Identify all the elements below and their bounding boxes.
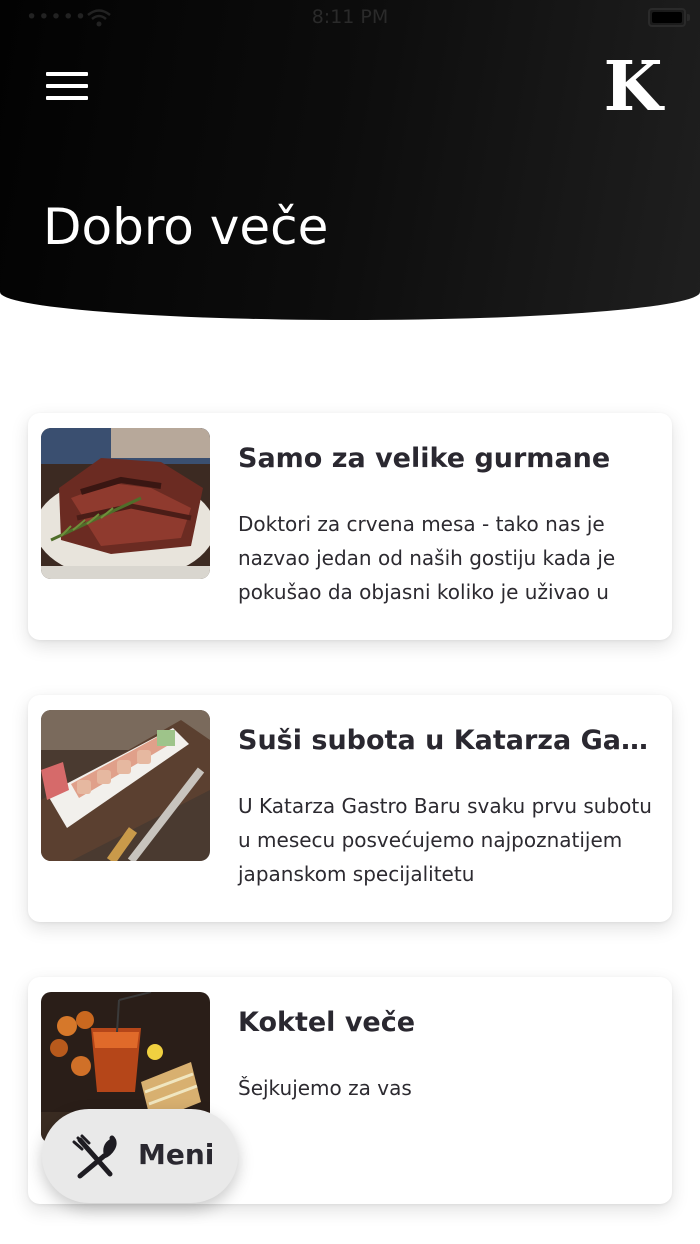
card-title: Suši subota u Katarza Gastro Baru [238,725,658,756]
wifi-icon [87,9,111,27]
steak-photo [41,428,210,579]
battery-icon [648,8,690,27]
menu-fab-button[interactable]: Meni [42,1109,238,1203]
card-description: Šejkujemo za vas [238,1076,412,1100]
news-card[interactable]: Suši subota u Katarza Gastro Baru U Kata… [28,695,672,922]
greeting-title: Dobro veče [43,198,329,256]
header [0,0,700,320]
status-bar: ••••• 8:11 PM [0,0,700,36]
menu-fab-label: Meni [138,1138,215,1171]
brand-logo: K [603,47,663,127]
card-title: Koktel veče [238,1007,416,1038]
sushi-photo [41,710,210,861]
card-description: U Katarza Gastro Baru svaku prvu subotu … [238,794,652,886]
hamburger-menu-icon[interactable] [46,70,90,102]
fork-knife-icon [72,1134,117,1179]
card-description: Doktori za crvena mesa - tako nas je naz… [238,512,616,604]
news-card[interactable]: Samo za velike gurmane Doktori za crvena… [28,413,672,640]
card-title: Samo za velike gurmane [238,443,611,474]
